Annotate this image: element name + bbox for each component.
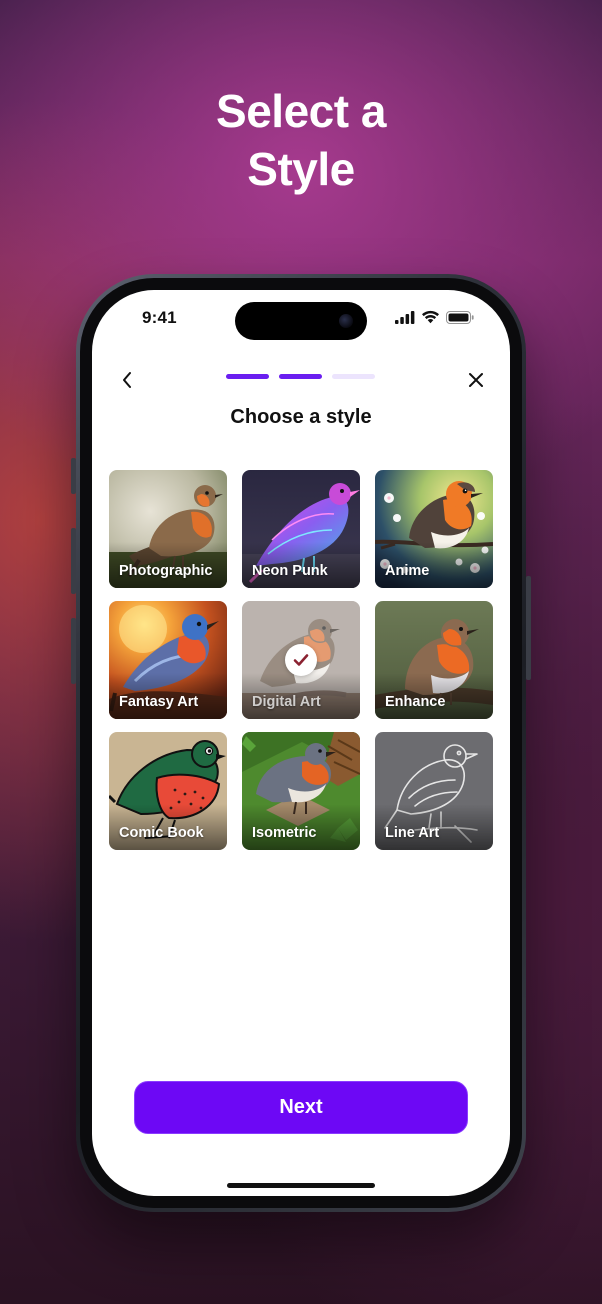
style-tile-label: Digital Art <box>252 694 321 710</box>
style-tile-label: Line Art <box>385 825 440 841</box>
progress-step-2 <box>279 374 322 379</box>
hero-title-line-1: Select a <box>216 85 386 137</box>
style-grid: Photographic Neon Punk Anime Fantasy Art… <box>109 470 493 850</box>
status-icons <box>395 310 474 324</box>
style-tile-fantasy-art[interactable]: Fantasy Art <box>109 601 227 719</box>
style-tile-label: Anime <box>385 563 430 579</box>
style-tile-digital-art[interactable]: Digital Art <box>242 601 360 719</box>
hero-title-line-2: Style <box>247 143 355 195</box>
chevron-left-icon <box>123 372 131 388</box>
style-tile-label: Photographic <box>119 563 213 579</box>
style-tile-enhance[interactable]: Enhance <box>375 601 493 719</box>
progress-step-3 <box>332 374 375 379</box>
dynamic-island <box>235 302 367 340</box>
phone-power-button <box>526 576 531 680</box>
style-tile-photographic[interactable]: Photographic <box>109 470 227 588</box>
step-progress <box>226 374 375 379</box>
wifi-icon <box>422 310 439 324</box>
close-icon <box>469 373 483 387</box>
phone-silent-switch <box>71 458 76 494</box>
style-tile-anime[interactable]: Anime <box>375 470 493 588</box>
battery-icon <box>446 310 474 324</box>
phone-volume-down-button <box>71 618 76 684</box>
status-time: 9:41 <box>142 308 177 327</box>
progress-step-1 <box>226 374 269 379</box>
signal-icon <box>395 310 415 324</box>
style-tile-label: Neon Punk <box>252 563 328 579</box>
style-tile-neon-punk[interactable]: Neon Punk <box>242 470 360 588</box>
close-button[interactable] <box>464 368 488 392</box>
style-tile-label: Comic Book <box>119 825 204 841</box>
checkmark-icon <box>293 654 309 666</box>
hero-title: Select a Style <box>0 82 602 198</box>
style-tile-line-art[interactable]: Line Art <box>375 732 493 850</box>
next-button[interactable]: Next <box>134 1081 468 1134</box>
front-camera <box>339 314 353 328</box>
home-indicator <box>227 1183 375 1188</box>
phone-volume-up-button <box>71 528 76 594</box>
style-tile-label: Fantasy Art <box>119 694 199 710</box>
back-button[interactable] <box>115 368 139 392</box>
phone-screen: 9:41 Choose a style Photographic Neon Pu… <box>92 290 510 1196</box>
style-tile-label: Enhance <box>385 694 446 710</box>
style-tile-isometric[interactable]: Isometric <box>242 732 360 850</box>
style-tile-comic-book[interactable]: Comic Book <box>109 732 227 850</box>
selected-check-badge <box>285 644 317 676</box>
style-tile-label: Isometric <box>252 825 317 841</box>
screen-title: Choose a style <box>230 406 372 428</box>
